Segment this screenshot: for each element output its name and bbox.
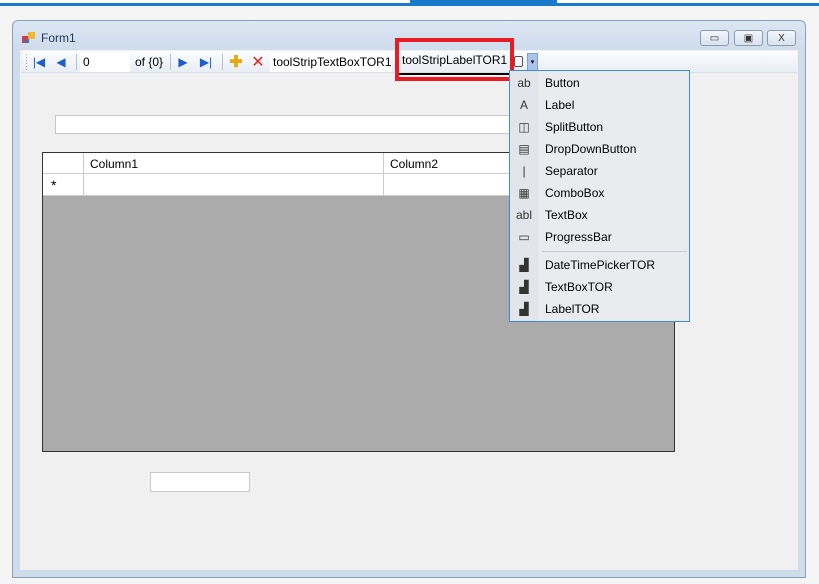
menu-item-dropdownbutton[interactable]: ▤ DropDownButton — [510, 138, 689, 160]
add-item-dropdown-menu: ab Button A Label ◫ SplitButton ▤ DropDownButto… — [509, 70, 690, 322]
move-first-icon[interactable]: |◀ — [30, 53, 48, 71]
add-new-icon[interactable]: ✚ — [227, 53, 245, 71]
menu-separator — [542, 251, 687, 252]
position-textbox[interactable]: 0 — [80, 53, 130, 72]
top-tab-active[interactable] — [410, 0, 557, 6]
column-header-1[interactable]: Column1 — [84, 153, 384, 174]
minimize-button[interactable]: ▭ — [700, 30, 729, 46]
menu-item-label: ProgressBar — [545, 230, 612, 244]
menu-item-datetimepickertor[interactable]: ▟ DateTimePickerTOR — [510, 254, 689, 276]
menu-item-label: Separator — [545, 164, 598, 178]
app-icon — [22, 32, 35, 43]
menu-item-button[interactable]: ab Button — [510, 72, 689, 94]
menu-item-label: ComboBox — [545, 186, 605, 200]
progressbar-icon: ▭ — [518, 230, 530, 244]
menu-item-label: Button — [545, 76, 580, 90]
close-button[interactable]: X — [767, 30, 796, 46]
menu-item-label: SplitButton — [545, 120, 604, 134]
split-button-icon: ◫ — [518, 120, 530, 134]
menu-item-textboxtor[interactable]: ▟ TextBoxTOR — [510, 276, 689, 298]
menu-item-label: DropDownButton — [545, 142, 637, 156]
row-header-corner[interactable] — [43, 153, 84, 174]
move-last-icon[interactable]: ▶| — [197, 53, 215, 71]
delete-icon[interactable]: ✕ — [249, 53, 267, 71]
move-next-icon[interactable]: ▶ — [174, 53, 192, 71]
grip-handle[interactable] — [26, 54, 27, 70]
combobox-icon: ▦ — [518, 186, 530, 200]
menu-item-label[interactable]: A Label — [510, 94, 689, 116]
window-title: Form1 — [41, 31, 76, 45]
move-previous-icon[interactable]: ◀ — [52, 53, 70, 71]
menu-item-progressbar[interactable]: ▭ ProgressBar — [510, 226, 689, 248]
menu-item-label: TextBoxTOR — [545, 280, 613, 294]
menu-item-label: DateTimePickerTOR — [545, 258, 656, 272]
separator-icon: | — [522, 164, 526, 178]
add-item-dropdown-button[interactable]: ▾ — [527, 53, 538, 71]
custom-control-icon: ▟ — [519, 302, 529, 316]
count-label: of {0} — [134, 55, 164, 69]
menu-item-textbox[interactable]: abl TextBox — [510, 204, 689, 226]
label-icon: A — [519, 98, 528, 112]
toolstrip-textbox-tor[interactable]: toolStripTextBoxTOR1 — [270, 53, 392, 72]
add-item-icon[interactable] — [514, 56, 523, 67]
menu-item-label: TextBox — [545, 208, 588, 222]
custom-control-icon: ▟ — [519, 280, 529, 294]
button-icon: ab — [517, 76, 531, 90]
menu-item-splitbutton[interactable]: ◫ SplitButton — [510, 116, 689, 138]
menu-item-labeltor[interactable]: ▟ LabelTOR — [510, 298, 689, 320]
maximize-button[interactable]: ▣ — [734, 30, 763, 46]
highlight-box — [395, 38, 514, 81]
menu-item-separator[interactable]: | Separator — [510, 160, 689, 182]
custom-control-icon: ▟ — [519, 258, 529, 272]
new-row-cell-1[interactable] — [84, 174, 384, 196]
textbox-bottom[interactable] — [150, 472, 250, 492]
menu-item-combobox[interactable]: ▦ ComboBox — [510, 182, 689, 204]
textbox-top[interactable] — [55, 115, 515, 134]
menu-item-label: Label — [545, 98, 575, 112]
dropdown-button-icon: ▤ — [518, 142, 530, 156]
new-row-header[interactable]: * — [43, 174, 84, 196]
menu-item-label: LabelTOR — [545, 302, 600, 316]
textbox-icon: abl — [515, 208, 532, 222]
